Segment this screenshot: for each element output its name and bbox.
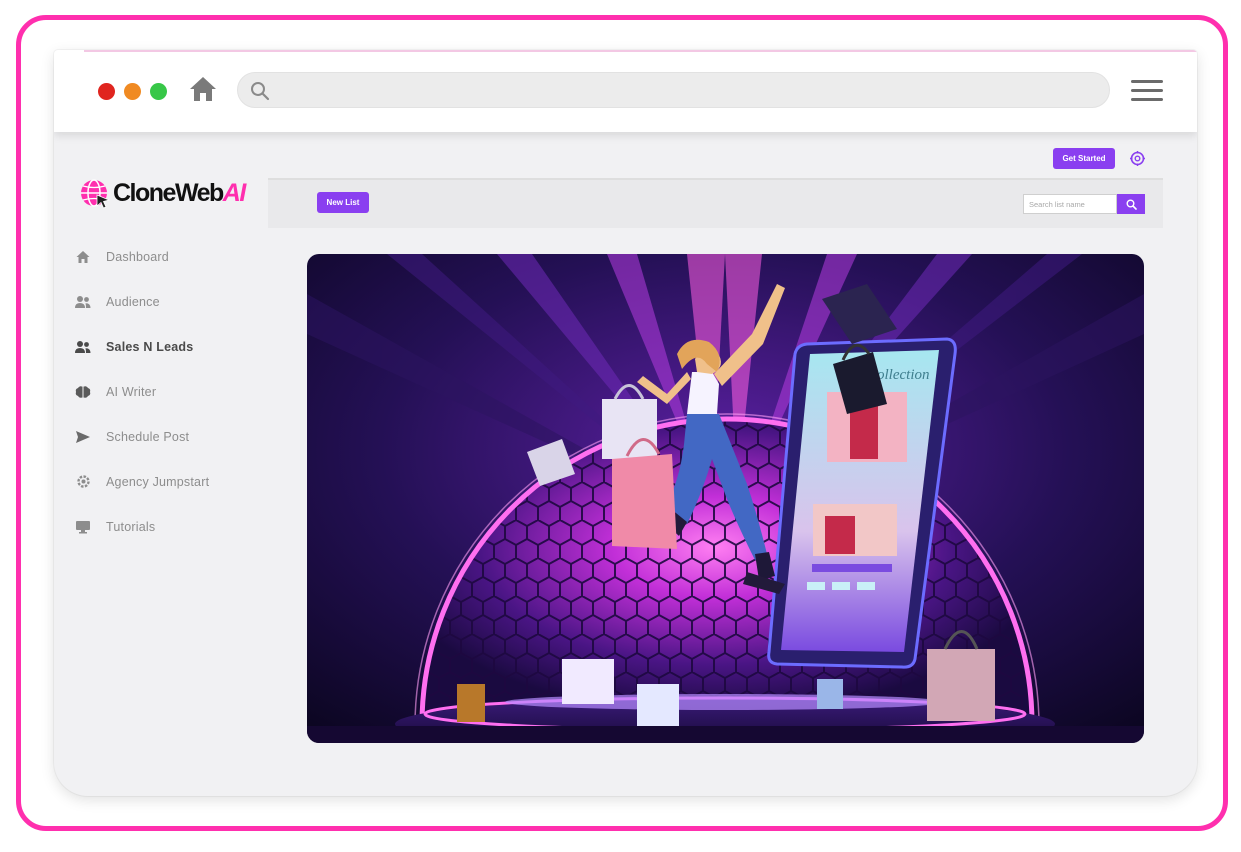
gear-icon (74, 473, 92, 491)
search-icon (1126, 199, 1137, 210)
sidebar-item-agency-jumpstart[interactable]: Agency Jumpstart (74, 459, 209, 504)
home-icon[interactable] (189, 75, 217, 103)
sidebar-item-label: Sales N Leads (106, 339, 194, 354)
sidebar-item-label: Tutorials (106, 519, 156, 534)
users-icon (74, 338, 92, 356)
users-icon (74, 293, 92, 311)
search-icon (251, 82, 270, 101)
brain-icon (74, 383, 92, 401)
close-window-dot[interactable] (98, 83, 115, 100)
logo[interactable]: CloneWebAI (78, 176, 246, 210)
hero-image: Collection (307, 254, 1144, 743)
sidebar-item-label: Dashboard (106, 249, 169, 264)
settings-icon[interactable] (1129, 150, 1146, 167)
home-icon (74, 248, 92, 266)
sidebar-item-sales-n-leads[interactable]: Sales N Leads (74, 324, 209, 369)
hamburger-menu-icon[interactable] (1131, 80, 1163, 104)
sidebar-item-label: Schedule Post (106, 429, 190, 444)
list-toolbar: New List (268, 180, 1163, 228)
sidebar-item-label: Audience (106, 294, 160, 309)
new-list-button[interactable]: New List (317, 192, 369, 213)
sidebar-item-tutorials[interactable]: Tutorials (74, 504, 209, 549)
sidebar-item-audience[interactable]: Audience (74, 279, 209, 324)
sidebar-item-ai-writer[interactable]: AI Writer (74, 369, 209, 414)
sidebar-item-label: Agency Jumpstart (106, 474, 210, 489)
logo-text: CloneWebAI (113, 178, 246, 207)
search-list-input[interactable] (1023, 194, 1117, 214)
browser-toolbar (54, 50, 1197, 132)
sidebar-nav: Dashboard Audience Sales N Leads AI Writ… (74, 234, 209, 549)
globe-cursor-icon (81, 179, 111, 209)
sidebar-item-schedule-post[interactable]: Schedule Post (74, 414, 209, 459)
sidebar-item-dashboard[interactable]: Dashboard (74, 234, 209, 279)
send-icon (74, 428, 92, 446)
sidebar-item-label: AI Writer (106, 384, 157, 399)
maximize-window-dot[interactable] (150, 83, 167, 100)
monitor-icon (74, 518, 92, 536)
browser-top-strip (84, 50, 1197, 52)
neon-shopping-illustration: Collection (307, 254, 1144, 743)
minimize-window-dot[interactable] (124, 83, 141, 100)
address-bar[interactable] (237, 72, 1110, 108)
browser-window: CloneWebAI Dashboard Audience Sales N Le… (54, 50, 1197, 796)
get-started-button[interactable]: Get Started (1053, 148, 1115, 169)
sidebar: CloneWebAI Dashboard Audience Sales N Le… (54, 132, 264, 796)
search-list-button[interactable] (1117, 194, 1145, 214)
